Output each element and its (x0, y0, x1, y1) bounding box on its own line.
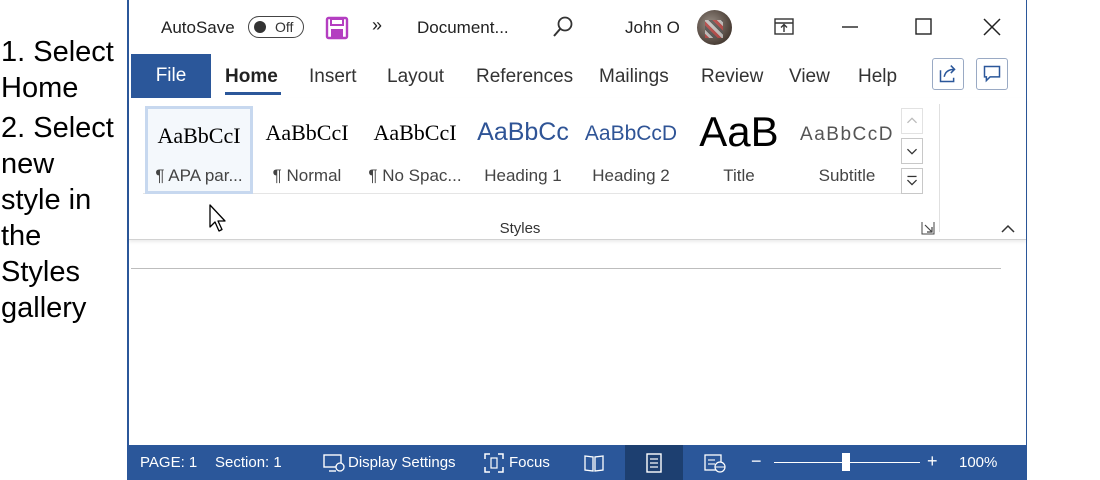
style-preview: AaBbCcI (157, 123, 241, 148)
share-icon (939, 65, 956, 83)
tab-home[interactable]: Home (225, 66, 278, 88)
comment-icon (983, 65, 1001, 83)
active-tab-indicator (225, 92, 281, 95)
zoom-level[interactable]: 100% (959, 454, 997, 471)
chevron-up-icon (907, 117, 917, 124)
style-preview: AaBbCc (477, 118, 569, 146)
mouse-cursor-icon (209, 204, 226, 232)
word-window: AutoSave Off » Document... John O File H… (127, 0, 1027, 480)
search-icon[interactable] (551, 15, 575, 39)
save-icon[interactable] (325, 16, 349, 40)
style-heading-1[interactable]: AaBbCc Heading 1 (469, 106, 577, 194)
instruction-annotation: 1. Select Home 2. Select new style in th… (1, 34, 126, 326)
ribbon-display-options-icon[interactable] (769, 13, 799, 41)
style-heading-2[interactable]: AaBbCcD Heading 2 (577, 106, 685, 194)
style-preview: AaB (699, 108, 779, 155)
style-preview: AaBbCcD (584, 122, 678, 145)
minimize-icon[interactable] (835, 13, 865, 41)
style-name: ¶ Normal (272, 166, 342, 185)
tab-help[interactable]: Help (858, 66, 897, 88)
style-name: Subtitle (818, 166, 876, 185)
autosave-state: Off (275, 19, 294, 35)
close-icon[interactable] (977, 13, 1007, 41)
style-name: Heading 1 (484, 166, 562, 185)
style-no-spacing[interactable]: AaBbCcI ¶ No Spac... (361, 106, 469, 194)
focus-label[interactable]: Focus (509, 454, 550, 471)
chevron-down-icon (907, 148, 917, 155)
style-normal[interactable]: AaBbCcI ¶ Normal (253, 106, 361, 194)
style-name: ¶ No Spac... (368, 166, 462, 185)
maximize-icon[interactable] (908, 13, 938, 41)
share-button[interactable] (932, 58, 964, 90)
title-bar: AutoSave Off » Document... John O (129, 0, 1026, 54)
document-page-edge (131, 268, 1001, 269)
more-commands-icon[interactable]: » (372, 15, 382, 36)
zoom-out-button[interactable]: − (751, 451, 762, 472)
zoom-slider-thumb[interactable] (842, 453, 850, 471)
print-layout-button[interactable] (625, 445, 683, 480)
zoom-in-button[interactable]: + (927, 451, 938, 472)
style-subtitle[interactable]: AaBbCcD Subtitle (793, 106, 901, 194)
page-indicator[interactable]: PAGE: 1 (140, 454, 197, 471)
collapse-ribbon-icon[interactable] (999, 221, 1017, 235)
style-preview: AaBbCcI (373, 120, 457, 145)
toggle-knob (254, 21, 266, 33)
style-title[interactable]: AaB Title (685, 106, 793, 194)
instruction-step-1: 1. Select Home (1, 36, 114, 104)
read-mode-icon[interactable] (583, 452, 605, 474)
tab-view[interactable]: View (789, 66, 830, 88)
display-settings-label[interactable]: Display Settings (348, 454, 456, 471)
web-layout-icon[interactable] (703, 452, 727, 474)
tab-layout[interactable]: Layout (387, 66, 444, 88)
avatar[interactable] (697, 10, 732, 45)
tab-review[interactable]: Review (701, 66, 763, 88)
tab-references[interactable]: References (476, 66, 573, 88)
style-preview: AaBbCcD (800, 124, 894, 145)
gallery-scroll-up-button[interactable] (901, 108, 923, 134)
tab-insert[interactable]: Insert (309, 66, 357, 88)
tab-file[interactable]: File (131, 54, 211, 98)
section-indicator[interactable]: Section: 1 (215, 454, 282, 471)
display-settings-icon[interactable] (322, 452, 346, 474)
ribbon-home: AaBbCcI ¶ APA par... AaBbCcI ¶ Normal Aa… (129, 98, 1026, 240)
document-name[interactable]: Document... (417, 18, 509, 38)
user-name[interactable]: John O (625, 18, 680, 38)
style-apa-paragraph[interactable]: AaBbCcI ¶ APA par... (145, 106, 253, 194)
styles-group-label: Styles (499, 220, 541, 237)
print-layout-icon (646, 453, 662, 473)
comments-button[interactable] (976, 58, 1008, 90)
style-name: Heading 2 (592, 166, 670, 185)
ribbon-tabs: File Home Insert Layout References Maili… (129, 54, 1026, 98)
instruction-step-2: 2. Select new style in the Styles galler… (1, 112, 114, 324)
gallery-more-button[interactable] (901, 168, 923, 194)
styles-gallery: AaBbCcI ¶ APA par... AaBbCcI ¶ Normal Aa… (143, 106, 903, 194)
tab-mailings[interactable]: Mailings (599, 66, 669, 88)
focus-icon[interactable] (483, 452, 505, 474)
autosave-toggle[interactable]: Off (248, 16, 304, 38)
styles-dialog-launcher-icon[interactable] (921, 221, 935, 235)
style-preview: AaBbCcI (265, 120, 349, 145)
style-name: ¶ APA par... (155, 166, 243, 185)
expand-gallery-icon (907, 175, 917, 186)
gallery-scroll-down-button[interactable] (901, 138, 923, 164)
style-name: Title (723, 166, 755, 185)
autosave-label: AutoSave (161, 18, 235, 37)
group-separator (939, 104, 940, 232)
status-bar: PAGE: 1 Section: 1 Display Settings Focu… (129, 445, 1026, 480)
